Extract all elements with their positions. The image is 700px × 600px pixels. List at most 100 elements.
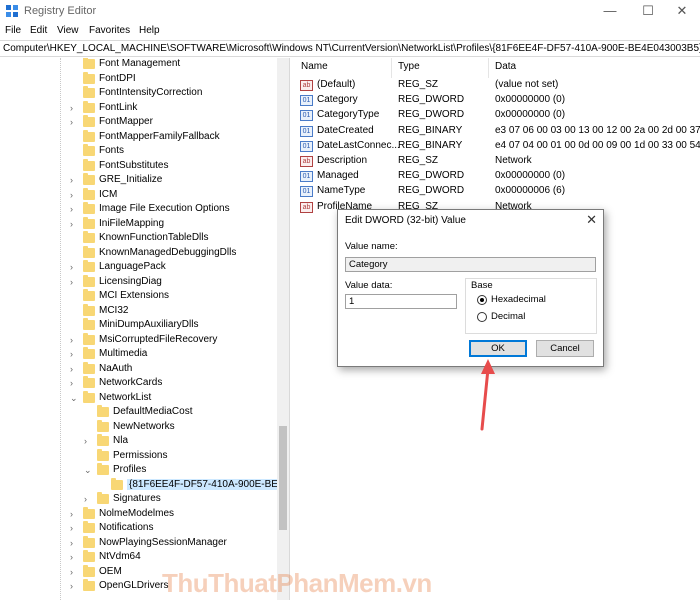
chevron-down-icon[interactable]: ⌄ [84,465,94,476]
menu-favorites[interactable]: Favorites [89,25,130,36]
folder-icon [83,303,95,316]
binary-value-icon: 01 [300,125,313,137]
address-path: Computer\HKEY_LOCAL_MACHINE\SOFTWARE\Mic… [3,43,700,54]
address-bar[interactable]: Computer\HKEY_LOCAL_MACHINE\SOFTWARE\Mic… [0,40,700,57]
chevron-right-icon[interactable]: › [70,349,80,359]
column-separator[interactable] [488,58,489,78]
folder-icon [83,535,95,548]
tree-item-label: OEM [99,565,122,577]
chevron-right-icon[interactable]: › [70,190,80,200]
value-data: (value not set) [495,79,559,90]
column-header-name[interactable]: Name [301,61,328,72]
close-button[interactable]: ✕ [664,0,700,22]
chevron-right-icon[interactable]: › [84,494,94,504]
chevron-right-icon[interactable]: › [84,436,94,446]
chevron-right-icon[interactable]: › [70,103,80,113]
chevron-right-icon[interactable]: › [70,552,80,562]
chevron-right-icon[interactable]: › [70,581,80,591]
value-data: 0x00000000 (0) [495,109,566,121]
folder-icon [83,274,95,287]
folder-icon [97,463,109,475]
chevron-right-icon[interactable]: › [70,538,80,548]
tree-item-label: KnownFunctionTableDlls [99,232,209,243]
cancel-button[interactable]: Cancel [536,340,594,357]
minimize-button[interactable]: — [592,0,628,22]
decimal-label[interactable]: Decimal [491,311,525,322]
column-header-data[interactable]: Data [495,61,516,72]
value-name: Category [317,94,358,106]
chevron-right-icon[interactable]: › [70,509,80,519]
folder-icon [83,71,95,84]
chevron-right-icon[interactable]: › [70,175,80,185]
value-row[interactable]: 01 NameType REG_DWORD 0x00000006 (6) [297,184,700,199]
tree-item-label: NowPlayingSessionManager [99,536,227,548]
folder-icon [97,434,109,446]
tree-scrollbar-thumb[interactable] [279,426,287,530]
tree-scrollbar[interactable] [277,58,289,600]
chevron-right-icon[interactable]: › [70,262,80,272]
decimal-radio[interactable] [477,312,487,322]
value-row[interactable]: 01 Category REG_DWORD 0x00000000 (0) [297,93,700,108]
tree-item-label: FontSubstitutes [99,159,169,171]
hexadecimal-label[interactable]: Hexadecimal [491,294,546,305]
red-arrow-annotation [480,359,495,431]
menu-view[interactable]: View [57,25,79,36]
chevron-right-icon[interactable]: › [70,277,80,287]
folder-icon [83,245,95,258]
value-data: 0x00000006 (6) [495,185,566,197]
value-name: DateCreated [317,124,374,136]
value-row[interactable]: ab Description REG_SZ Network [297,154,700,169]
tree-item-label: NtVdm64 [99,551,141,562]
menu-file[interactable]: File [5,25,21,36]
tree-item-label: MCI Extensions [99,290,170,301]
chevron-right-icon[interactable]: › [70,364,80,374]
chevron-right-icon[interactable]: › [70,378,80,388]
menu-bar: File Edit View Favorites Help [0,22,700,40]
value-type: REG_SZ [398,79,439,90]
tree-item-label: FontIntensityCorrection [99,87,203,98]
tree-item-label: Multimedia [99,348,148,359]
dialog-close-icon[interactable]: ✕ [586,212,597,228]
tree-item-label: OpenGLDrivers [99,580,169,591]
tree-item-label: FontMapper [99,116,153,127]
folder-icon [83,202,95,214]
chevron-right-icon[interactable]: › [70,117,80,127]
value-name: (Default) [317,79,356,90]
maximize-button[interactable]: ☐ [630,0,666,22]
tree-item-label: NetworkList [99,391,152,403]
tree-item-label: Nla [113,435,129,446]
column-separator[interactable] [391,58,392,78]
chevron-right-icon[interactable]: › [70,204,80,214]
value-name: NameType [317,185,366,197]
folder-icon [83,158,95,171]
value-data-field[interactable] [345,294,457,309]
menu-help[interactable]: Help [139,25,160,36]
value-data: e4 07 04 00 01 00 0d 00 09 00 1d 00 33 0… [495,139,700,151]
value-row[interactable]: 01 DateLastConnec... REG_BINARY e4 07 04 00… [297,139,700,154]
value-type: REG_DWORD [398,94,465,106]
value-name: Managed [317,170,359,182]
folder-icon [83,216,95,229]
folder-icon [97,405,109,417]
chevron-down-icon[interactable]: ⌄ [70,393,80,404]
binary-value-icon: 01 [300,171,313,183]
chevron-right-icon[interactable]: › [70,335,80,345]
chevron-right-icon[interactable]: › [70,567,80,577]
value-name-field[interactable] [345,257,596,272]
edit-dword-dialog: Edit DWORD (32-bit) Value ✕ Value name: … [337,209,604,367]
chevron-right-icon[interactable]: › [70,219,80,229]
folder-icon [83,332,95,345]
value-row[interactable]: 01 DateCreated REG_BINARY e3 07 06 00 03 00… [297,124,700,139]
key-tree: Font Management FontDPI FontIntensityCorre… [0,58,290,600]
column-header-type[interactable]: Type [398,61,420,72]
chevron-right-icon[interactable]: › [70,523,80,533]
value-row[interactable]: 01 Managed REG_DWORD 0x00000000 (0) [297,169,700,184]
menu-edit[interactable]: Edit [30,25,47,36]
value-row[interactable]: 01 CategoryType REG_DWORD 0x00000000 (0) [297,108,700,123]
value-row[interactable]: ab (Default) REG_SZ (value not set) [297,78,700,93]
value-data: e3 07 06 00 03 00 13 00 12 00 2a 00 2d 0… [495,124,700,136]
string-value-icon: ab [300,201,313,213]
folder-icon [83,376,95,388]
folder-icon [111,477,123,490]
hexadecimal-radio[interactable] [477,295,487,305]
